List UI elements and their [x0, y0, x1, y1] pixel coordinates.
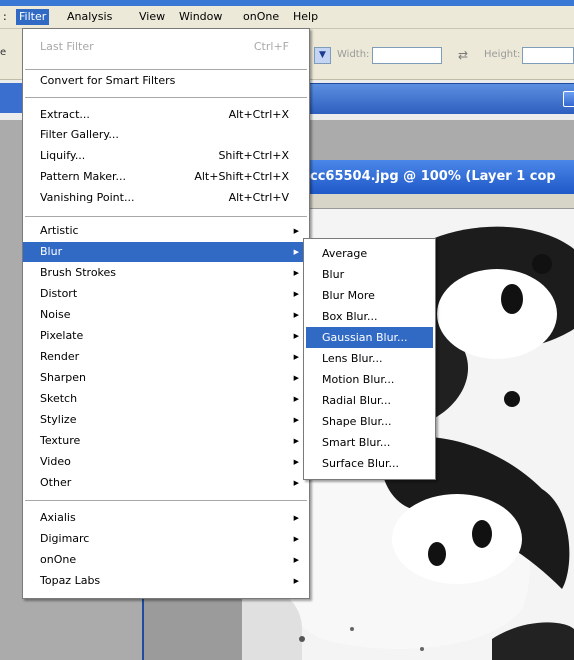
menu-item-distort[interactable]: Distort ▶ [23, 284, 309, 304]
submenu-arrow-icon: ▶ [293, 458, 299, 466]
menu-item-render[interactable]: Render ▶ [23, 347, 309, 367]
menu-item-filter-gallery[interactable]: Filter Gallery... [23, 125, 309, 145]
menu-item-texture[interactable]: Texture ▶ [23, 431, 309, 451]
submenu-item-shape-blur[interactable]: Shape Blur... [306, 411, 433, 432]
submenu-item-blur-more[interactable]: Blur More [306, 285, 433, 306]
submenu-arrow-icon: ▶ [293, 332, 299, 340]
submenu-item-lens-blur[interactable]: Lens Blur... [306, 348, 433, 369]
height-label: Height: [484, 49, 521, 60]
submenu-item-blur[interactable]: Blur [306, 264, 433, 285]
menu-item-blur[interactable]: Blur ▶ [23, 242, 309, 262]
menu-item-stylize[interactable]: Stylize ▶ [23, 410, 309, 430]
minimize-icon[interactable] [563, 91, 574, 107]
submenu-arrow-icon: ▶ [293, 535, 299, 543]
submenu-arrow-icon: ▶ [293, 290, 299, 298]
panel-title-bar [300, 83, 574, 114]
swap-dimensions-icon[interactable]: ⇄ [458, 48, 468, 62]
menu-help[interactable]: Help [290, 9, 321, 25]
menubar-edge-fragment: : [3, 10, 7, 23]
menu-item-onone[interactable]: onOne ▶ [23, 550, 309, 570]
menu-item-other[interactable]: Other ▶ [23, 473, 309, 493]
submenu-item-motion-blur[interactable]: Motion Blur... [306, 369, 433, 390]
submenu-item-gaussian-blur[interactable]: Gaussian Blur... [306, 327, 433, 348]
submenu-arrow-icon: ▶ [293, 514, 299, 522]
submenu-arrow-icon: ▶ [293, 556, 299, 564]
submenu-item-box-blur[interactable]: Box Blur... [306, 306, 433, 327]
menu-item-digimarc[interactable]: Digimarc ▶ [23, 529, 309, 549]
width-label: Width: [337, 49, 370, 60]
options-bar-edge-fragment: e [0, 47, 7, 58]
height-field[interactable] [522, 47, 574, 64]
menu-filter[interactable]: Filter [16, 9, 50, 25]
menu-item-convert-smart-filters[interactable]: Convert for Smart Filters [23, 71, 309, 91]
menu-item-topaz-labs[interactable]: Topaz Labs ▶ [23, 571, 309, 591]
submenu-arrow-icon: ▶ [293, 311, 299, 319]
menu-item-axialis[interactable]: Axialis ▶ [23, 508, 309, 528]
submenu-arrow-icon: ▶ [293, 479, 299, 487]
menu-view[interactable]: View [136, 9, 168, 25]
menu-window[interactable]: Window [176, 9, 225, 25]
menu-item-noise[interactable]: Noise ▶ [23, 305, 309, 325]
menu-item-pixelate[interactable]: Pixelate ▶ [23, 326, 309, 346]
filter-menu: Last Filter Ctrl+F Convert for Smart Fil… [22, 28, 310, 599]
menu-onone[interactable]: onOne [240, 9, 282, 25]
menu-separator [25, 500, 307, 501]
menu-item-last-filter: Last Filter Ctrl+F [40, 40, 289, 53]
blur-submenu: Average Blur Blur More Box Blur... Gauss… [303, 238, 436, 480]
menu-separator [25, 97, 307, 98]
submenu-item-radial-blur[interactable]: Radial Blur... [306, 390, 433, 411]
submenu-arrow-icon: ▶ [293, 248, 299, 256]
submenu-arrow-icon: ▶ [293, 577, 299, 585]
menu-separator [25, 69, 307, 70]
menu-item-vanishing-point[interactable]: Vanishing Point... Alt+Ctrl+V [23, 188, 309, 208]
document-title: cc65504.jpg @ 100% (Layer 1 cop [310, 169, 556, 184]
submenu-item-average[interactable]: Average [306, 243, 433, 264]
submenu-item-surface-blur[interactable]: Surface Blur... [306, 453, 433, 474]
submenu-arrow-icon: ▶ [293, 227, 299, 235]
menu-item-artistic[interactable]: Artistic ▶ [23, 221, 309, 241]
menu-item-video[interactable]: Video ▶ [23, 452, 309, 472]
submenu-arrow-icon: ▶ [293, 416, 299, 424]
menu-item-brush-strokes[interactable]: Brush Strokes ▶ [23, 263, 309, 283]
menu-item-liquify[interactable]: Liquify... Shift+Ctrl+X [23, 146, 309, 166]
menu-item-pattern-maker[interactable]: Pattern Maker... Alt+Shift+Ctrl+X [23, 167, 309, 187]
submenu-arrow-icon: ▶ [293, 269, 299, 277]
menu-bar: : Filter Analysis View Window onOne Help [0, 6, 574, 29]
menu-item-extract[interactable]: Extract... Alt+Ctrl+X [23, 105, 309, 125]
menu-item-sketch[interactable]: Sketch ▶ [23, 389, 309, 409]
submenu-arrow-icon: ▶ [293, 374, 299, 382]
menu-item-sharpen[interactable]: Sharpen ▶ [23, 368, 309, 388]
width-field[interactable] [372, 47, 442, 64]
panel-edge [0, 83, 22, 113]
style-dropdown-button[interactable]: ▼ [314, 47, 331, 64]
submenu-item-smart-blur[interactable]: Smart Blur... [306, 432, 433, 453]
menu-separator [25, 216, 307, 217]
submenu-arrow-icon: ▶ [293, 437, 299, 445]
menu-analysis[interactable]: Analysis [64, 9, 115, 25]
submenu-arrow-icon: ▶ [293, 353, 299, 361]
submenu-arrow-icon: ▶ [293, 395, 299, 403]
chevron-down-icon: ▼ [319, 50, 326, 60]
